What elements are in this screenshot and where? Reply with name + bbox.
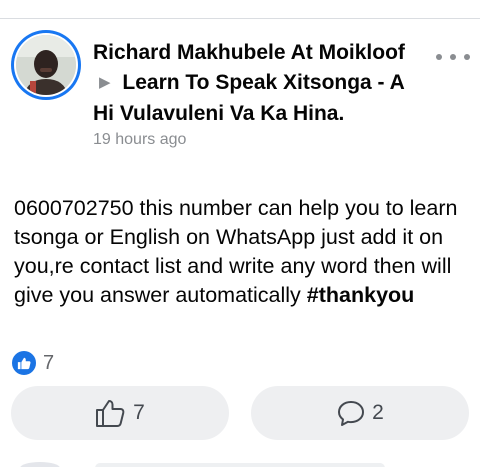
- next-post-preview: [95, 463, 385, 467]
- reaction-summary[interactable]: 7: [11, 350, 54, 376]
- group-name[interactable]: Learn To Speak Xitsonga - A Hi Vulavulen…: [93, 71, 404, 126]
- author-name[interactable]: Richard Makhubele At Moikloof: [93, 41, 405, 64]
- hashtag-link[interactable]: #thankyou: [307, 283, 415, 307]
- post-body: 0600702750 this number can help you to l…: [14, 194, 469, 310]
- avatar-photo: [16, 35, 76, 95]
- avatar[interactable]: [11, 30, 81, 100]
- person-photo-icon: [16, 35, 76, 95]
- comment-button[interactable]: 2: [251, 386, 469, 440]
- post-timestamp[interactable]: 19 hours ago: [93, 131, 423, 149]
- like-badge-icon: [11, 350, 37, 376]
- like-button[interactable]: 7: [11, 386, 229, 440]
- post-header: Richard Makhubele At Moikloof ▶ Learn To…: [93, 38, 423, 149]
- reaction-count: 7: [43, 351, 55, 374]
- arrow-right-icon: ▶: [99, 73, 111, 91]
- post-title: Richard Makhubele At Moikloof ▶ Learn To…: [93, 38, 423, 129]
- post-card: Richard Makhubele At Moikloof ▶ Learn To…: [0, 0, 480, 467]
- next-post-avatar: [20, 462, 60, 467]
- more-options-icon[interactable]: [436, 48, 470, 66]
- divider: [0, 18, 480, 19]
- comment-count: 2: [372, 401, 384, 424]
- comment-icon: [338, 401, 365, 426]
- like-count: 7: [133, 401, 145, 424]
- thumbs-up-icon: [96, 400, 125, 427]
